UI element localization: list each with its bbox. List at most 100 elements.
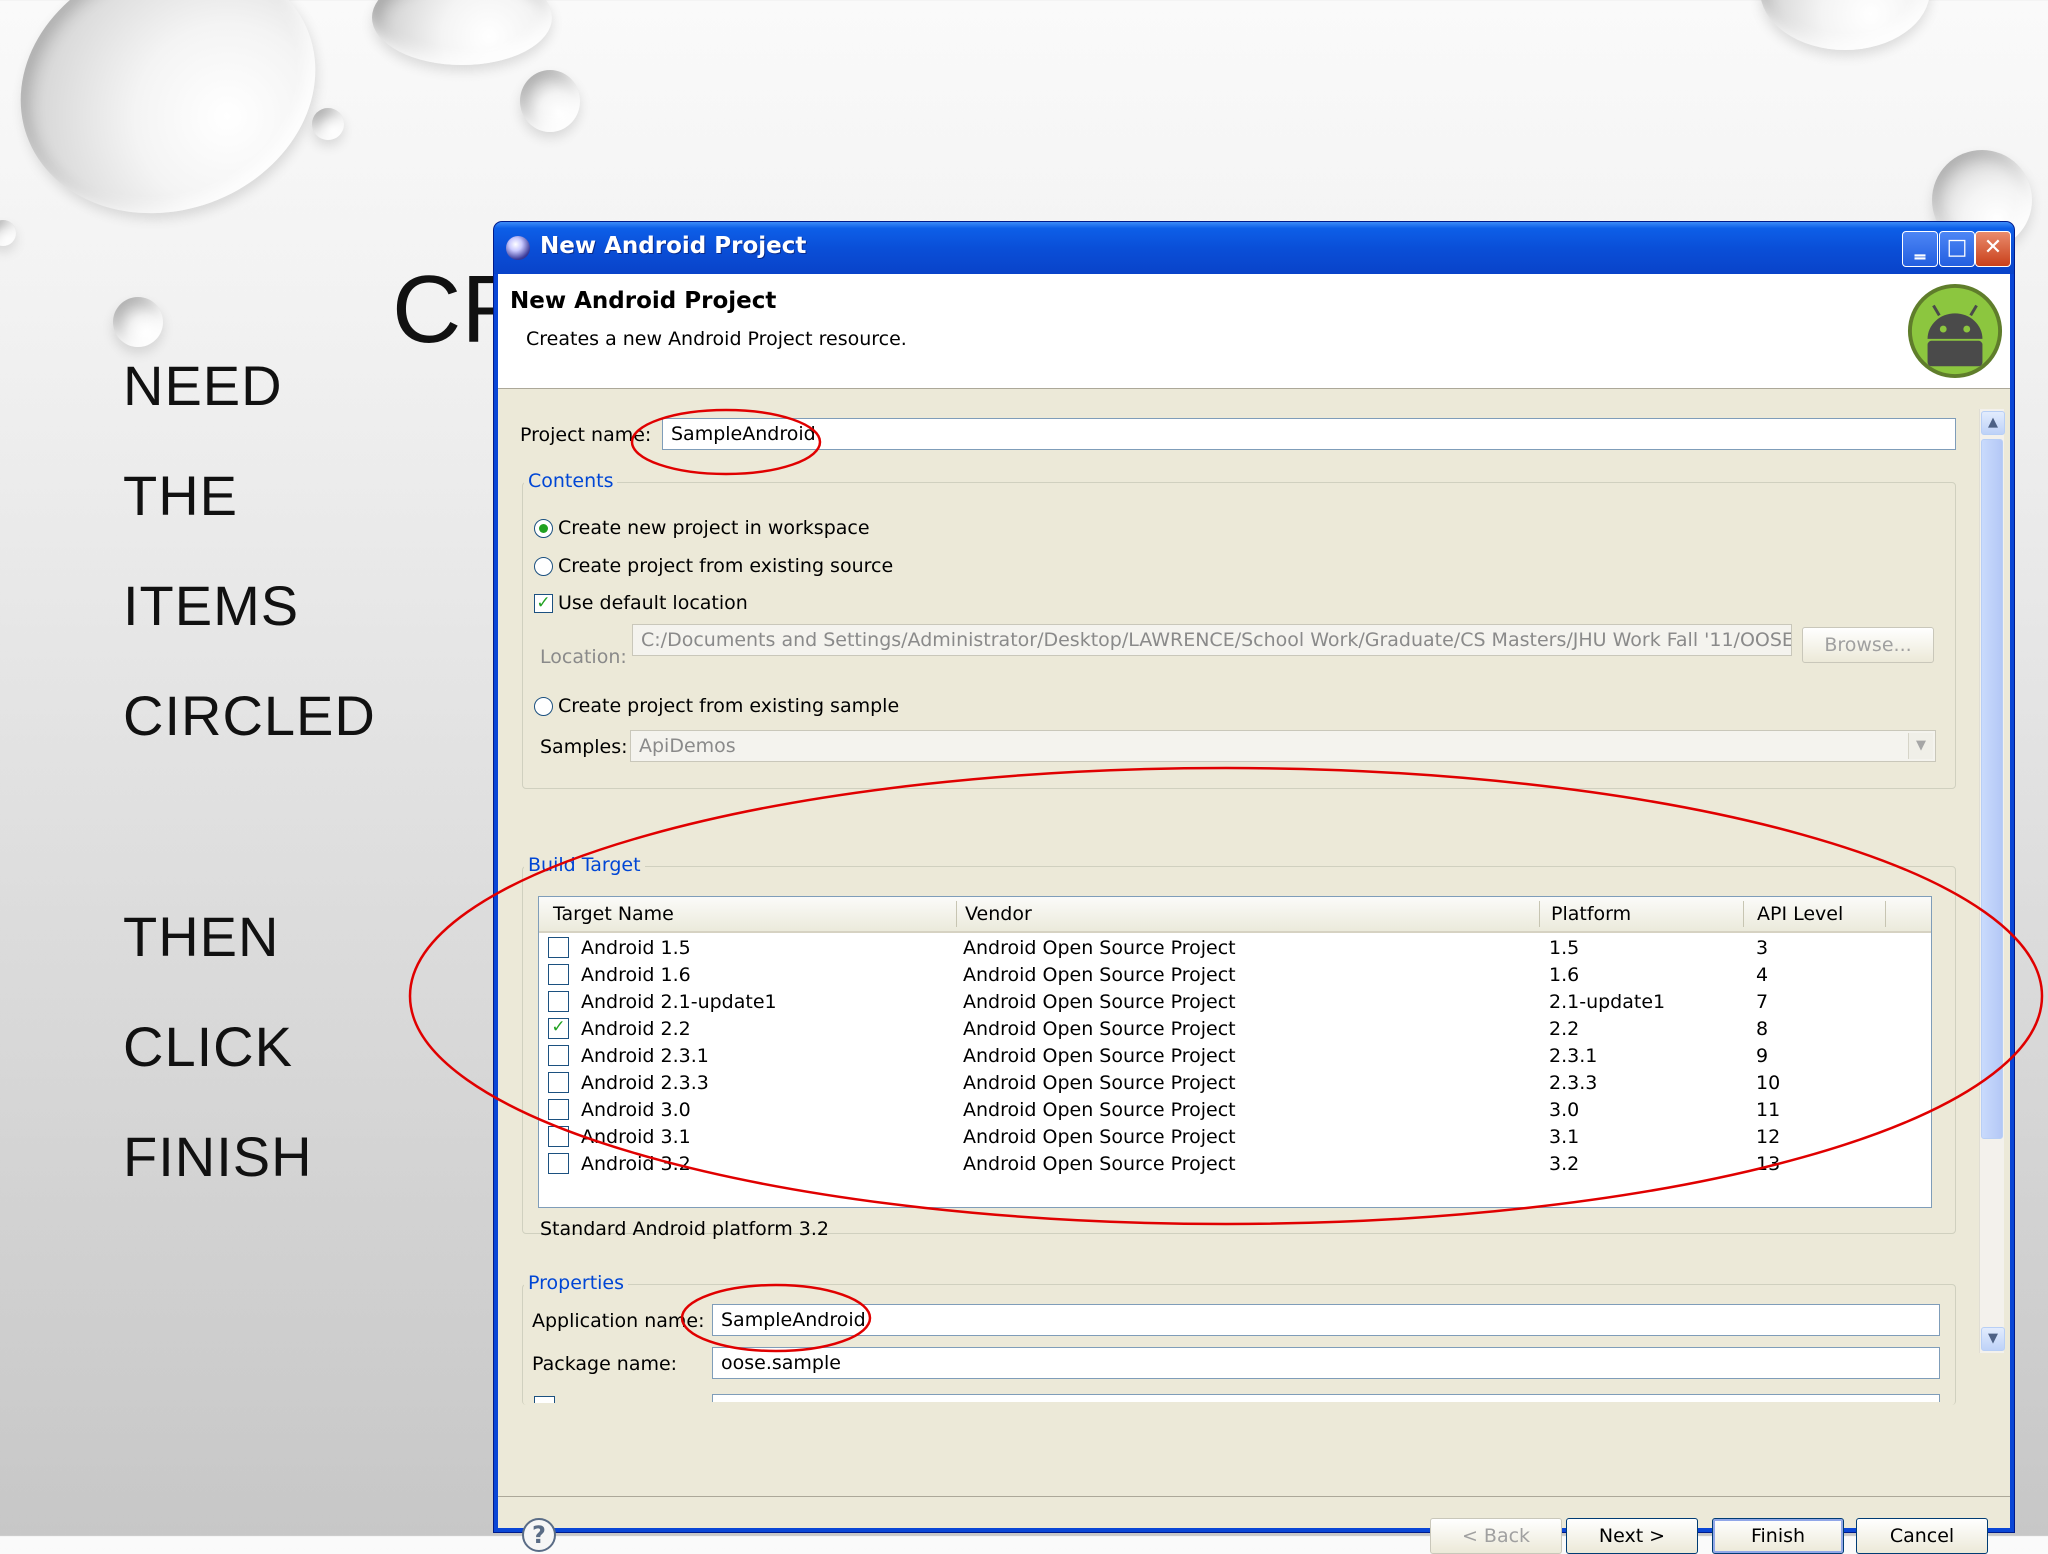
- column-divider[interactable]: [1539, 901, 1540, 927]
- target-name-cell: Android 2.1-update1: [581, 991, 777, 1013]
- vendor-cell: Android Open Source Project: [963, 1126, 1236, 1148]
- target-name-cell: Android 3.2: [581, 1153, 691, 1175]
- api-level-cell: 11: [1756, 1099, 1781, 1121]
- properties-group-title: Properties: [524, 1272, 629, 1294]
- create-from-existing-radio[interactable]: [534, 557, 553, 576]
- platform-cell: 2.2: [1549, 1018, 1580, 1040]
- finish-button[interactable]: Finish: [1712, 1518, 1844, 1554]
- table-row[interactable]: Android 1.6 Android Open Source Project 1.…: [539, 962, 1931, 989]
- water-drop: [1760, 0, 1930, 50]
- window-titlebar[interactable]: New Android Project ‗ □ ✕: [494, 222, 2014, 274]
- platform-cell: 3.2: [1549, 1153, 1580, 1175]
- create-from-existing-label: Create project from existing source: [558, 555, 894, 577]
- water-drop: [0, 220, 16, 246]
- table-row[interactable]: Android 2.3.1 Android Open Source Project…: [539, 1043, 1931, 1070]
- target-checkbox[interactable]: [548, 991, 569, 1012]
- close-button[interactable]: ✕: [1975, 231, 2011, 267]
- project-name-input[interactable]: SampleAndroid: [662, 418, 1956, 450]
- dialog-header: New Android Project Creates a new Androi…: [498, 274, 2010, 389]
- project-name-label: Project name:: [520, 424, 652, 446]
- samples-chevron-down-icon[interactable]: ▼: [1908, 733, 1933, 759]
- scroll-down-icon[interactable]: ▼: [1981, 1327, 2005, 1351]
- vendor-cell: Android Open Source Project: [963, 1153, 1236, 1175]
- slide-word-click: CLICK: [123, 1015, 293, 1078]
- vendor-cell: Android Open Source Project: [963, 964, 1236, 986]
- vertical-scrollbar[interactable]: ▲ ▼: [1979, 409, 2005, 1353]
- cancel-button[interactable]: Cancel: [1856, 1518, 1988, 1554]
- create-from-sample-label: Create project from existing sample: [558, 695, 900, 717]
- scrollbar-thumb[interactable]: [1981, 439, 2003, 1139]
- target-checkbox[interactable]: [548, 1072, 569, 1093]
- api-level-cell: 3: [1756, 937, 1769, 959]
- table-row[interactable]: Android 2.3.3 Android Open Source Project…: [539, 1070, 1931, 1097]
- location-input[interactable]: C:/Documents and Settings/Administrator/…: [632, 624, 1792, 656]
- water-drop: [113, 297, 163, 347]
- create-new-project-label: Create new project in workspace: [558, 517, 870, 539]
- table-row[interactable]: ✓ Android 2.2 Android Open Source Project 2…: [539, 1016, 1931, 1043]
- android-logo-icon: [1907, 283, 2003, 379]
- target-checkbox[interactable]: [548, 937, 569, 958]
- slide-word-the: THE: [123, 464, 238, 527]
- column-divider[interactable]: [1885, 901, 1886, 927]
- table-row[interactable]: Android 1.5 Android Open Source Project 1.…: [539, 935, 1931, 962]
- api-level-cell: 10: [1756, 1072, 1781, 1094]
- target-name-cell: Android 2.3.3: [581, 1072, 709, 1094]
- window-title: New Android Project: [540, 233, 807, 259]
- help-icon[interactable]: ?: [522, 1518, 556, 1552]
- header-description: Creates a new Android Project resource.: [526, 328, 907, 350]
- column-platform[interactable]: Platform: [1551, 903, 1631, 925]
- platform-cell: 3.0: [1549, 1099, 1580, 1121]
- browse-button[interactable]: Browse...: [1802, 627, 1934, 663]
- target-name-cell: Android 2.3.1: [581, 1045, 709, 1067]
- slide-word-then: THEN: [123, 905, 280, 968]
- target-checkbox[interactable]: [548, 964, 569, 985]
- package-name-input[interactable]: oose.sample: [712, 1347, 1940, 1379]
- target-name-cell: Android 2.2: [581, 1018, 691, 1040]
- vendor-cell: Android Open Source Project: [963, 1072, 1236, 1094]
- api-level-cell: 8: [1756, 1018, 1769, 1040]
- column-api-level[interactable]: API Level: [1757, 903, 1843, 925]
- application-name-input[interactable]: SampleAndroid: [712, 1304, 1940, 1336]
- api-level-cell: 9: [1756, 1045, 1769, 1067]
- use-default-location-label: Use default location: [558, 592, 748, 614]
- table-row[interactable]: Android 2.1-update1 Android Open Source P…: [539, 989, 1931, 1016]
- table-row[interactable]: Android 3.2 Android Open Source Project 3.…: [539, 1151, 1931, 1178]
- slide-word-circled: CIRCLED: [123, 684, 376, 747]
- target-checkbox[interactable]: [548, 1099, 569, 1120]
- column-vendor[interactable]: Vendor: [965, 903, 1032, 925]
- vendor-cell: Android Open Source Project: [963, 1018, 1236, 1040]
- new-android-project-window: New Android Project ‗ □ ✕ New Android Pr…: [494, 222, 2014, 1554]
- properties-group: [522, 1284, 1956, 1405]
- target-checkbox[interactable]: [548, 1045, 569, 1066]
- target-checkbox[interactable]: [548, 1153, 569, 1174]
- column-target-name[interactable]: Target Name: [553, 903, 674, 925]
- build-target-group-title: Build Target: [524, 854, 645, 876]
- slide-word-finish: FINISH: [123, 1125, 313, 1188]
- water-drop: [312, 108, 344, 140]
- minimize-button[interactable]: ‗: [1902, 231, 1938, 267]
- create-new-project-radio[interactable]: [534, 519, 553, 538]
- package-name-label: Package name:: [532, 1353, 678, 1375]
- column-divider[interactable]: [1743, 901, 1744, 927]
- use-default-location-checkbox[interactable]: ✓: [534, 594, 553, 613]
- target-checkbox[interactable]: ✓: [548, 1018, 569, 1039]
- table-row[interactable]: Android 3.1 Android Open Source Project 3.…: [539, 1124, 1931, 1151]
- target-checkbox[interactable]: [548, 1126, 569, 1147]
- target-name-cell: Android 3.0: [581, 1099, 691, 1121]
- build-target-table: Target Name Vendor Platform API Level An…: [538, 896, 1932, 1208]
- next-button[interactable]: Next >: [1566, 1518, 1698, 1554]
- table-row[interactable]: Android 3.0 Android Open Source Project 3.…: [539, 1097, 1931, 1124]
- platform-cell: 1.6: [1549, 964, 1580, 986]
- column-divider[interactable]: [956, 901, 957, 927]
- vendor-cell: Android Open Source Project: [963, 937, 1236, 959]
- vendor-cell: Android Open Source Project: [963, 1045, 1236, 1067]
- water-drop: [520, 70, 580, 132]
- clipped-row-input[interactable]: [712, 1394, 1940, 1402]
- create-from-sample-radio[interactable]: [534, 697, 553, 716]
- platform-cell: 1.5: [1549, 937, 1580, 959]
- maximize-button[interactable]: □: [1939, 231, 1975, 267]
- back-button[interactable]: < Back: [1430, 1518, 1562, 1554]
- samples-select[interactable]: ApiDemos: [630, 730, 1936, 762]
- scroll-up-icon[interactable]: ▲: [1981, 411, 2005, 435]
- clipped-row-checkbox[interactable]: [534, 1396, 555, 1403]
